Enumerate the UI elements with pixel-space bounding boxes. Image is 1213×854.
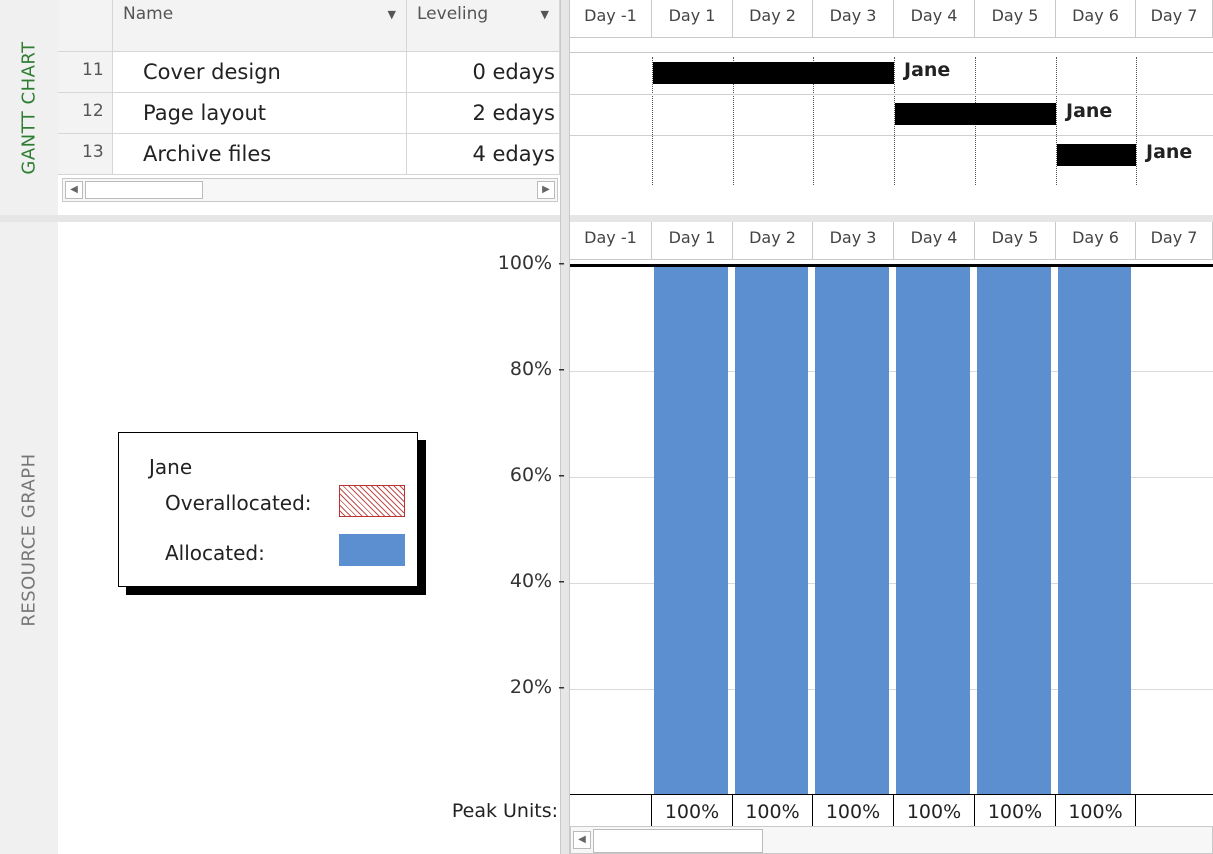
gantt-bar-resource-label: Jane: [904, 59, 951, 81]
allocated-bar: [977, 265, 1051, 795]
gantt-bar-resource-label: Jane: [1066, 100, 1113, 122]
allocated-bar: [654, 265, 728, 795]
peak-units-value: 100%: [733, 795, 813, 827]
y-tick-label: 80% -: [509, 358, 565, 380]
peak-units-value: 100%: [1056, 795, 1136, 827]
peak-units-value: 100%: [652, 795, 733, 827]
task-name[interactable]: Page layout: [113, 93, 407, 134]
resource-day-header: Day 5: [975, 222, 1056, 260]
peak-units-value: [1136, 795, 1213, 827]
resource-day-header: Day -1: [570, 222, 652, 260]
table-row[interactable]: 11 Cover design 0 edays: [58, 52, 560, 93]
allocated-bar: [1058, 265, 1131, 795]
gantt-side-strip: GANTT CHART: [0, 0, 58, 215]
resource-graph-label: RESOURCE GRAPH: [18, 453, 40, 627]
graph-horizontal-scrollbar[interactable]: ◀: [570, 826, 1213, 854]
peak-units-row: 100% 100% 100% 100% 100% 100%: [570, 794, 1213, 827]
resource-day-header: Day 1: [652, 222, 733, 260]
max-units-line: [570, 264, 1213, 267]
y-tick-label: 20% -: [509, 676, 565, 698]
table-horizontal-scrollbar[interactable]: ◀ ▶: [62, 178, 558, 202]
gantt-day-header: Day 6: [1056, 0, 1136, 38]
gantt-day-header: Day 7: [1136, 0, 1213, 38]
row-id: 12: [58, 93, 113, 134]
id-column-header[interactable]: [58, 0, 113, 52]
resource-side-strip: RESOURCE GRAPH: [0, 222, 58, 854]
y-tick-label: 40% -: [509, 570, 565, 592]
gantt-day-header: Day 5: [975, 0, 1056, 38]
peak-units-value: 100%: [894, 795, 975, 827]
scroll-left-icon[interactable]: ◀: [65, 181, 83, 199]
allocated-bar: [896, 265, 970, 795]
leveling-delay[interactable]: 0 edays: [407, 52, 560, 93]
gantt-task-bar[interactable]: [895, 103, 1056, 125]
view-divider[interactable]: [0, 215, 1213, 222]
leveling-delay[interactable]: 4 edays: [407, 134, 560, 175]
gantt-chart-area[interactable]: Jane Jane Jane: [570, 52, 1213, 215]
resource-day-header: Day 2: [733, 222, 813, 260]
table-row[interactable]: 13 Archive files 4 edays: [58, 134, 560, 175]
peak-units-label: Peak Units:: [451, 800, 558, 822]
gantt-day-header: Day 4: [894, 0, 975, 38]
scroll-right-icon[interactable]: ▶: [537, 181, 555, 199]
gantt-day-header: Day -1: [570, 0, 652, 38]
split-bar[interactable]: [560, 0, 570, 854]
resource-day-header: Day 3: [813, 222, 894, 260]
peak-units-value: [570, 795, 652, 827]
gantt-row-separator: [570, 135, 1213, 136]
peak-units-value: 100%: [813, 795, 894, 827]
gantt-day-header: Day 1: [652, 0, 733, 38]
gantt-chart-label: GANTT CHART: [18, 41, 40, 175]
legend-resource-name: Jane: [149, 455, 193, 479]
resource-timescale: Day -1 Day 1 Day 2 Day 3 Day 4 Day 5 Day 6 Day …: [570, 222, 1213, 260]
name-column-header[interactable]: Name ▼: [113, 0, 407, 52]
task-table: Name ▼ Leveling ▼ 11 Cover design 0 eday…: [58, 0, 560, 215]
allocated-swatch: [339, 534, 405, 566]
chevron-down-icon[interactable]: ▼: [388, 8, 396, 21]
allocated-bar: [815, 265, 889, 795]
gantt-day-header: Day 2: [733, 0, 813, 38]
task-name[interactable]: Archive files: [113, 134, 407, 175]
legend-overallocated-label: Overallocated:: [165, 491, 312, 515]
gantt-row-separator: [570, 94, 1213, 95]
name-column-label: Name: [123, 4, 174, 24]
y-tick-label: 60% -: [509, 464, 565, 486]
peak-units-value: 100%: [975, 795, 1056, 827]
leveling-column-header[interactable]: Leveling ▼: [407, 0, 560, 52]
gantt-timescale: Day -1 Day 1 Day 2 Day 3 Day 4 Day 5 Day 6 Day …: [570, 0, 1213, 38]
table-row[interactable]: 12 Page layout 2 edays: [58, 93, 560, 134]
chevron-down-icon[interactable]: ▼: [541, 8, 549, 21]
row-id: 11: [58, 52, 113, 93]
legend: Jane Overallocated: Allocated:: [118, 432, 418, 587]
scroll-left-icon[interactable]: ◀: [573, 831, 591, 849]
leveling-delay[interactable]: 2 edays: [407, 93, 560, 134]
resource-day-header: Day 7: [1136, 222, 1213, 260]
gantt-bar-resource-label: Jane: [1146, 141, 1193, 163]
y-tick-label: 100% -: [497, 252, 565, 274]
allocated-bar: [735, 265, 808, 795]
scrollbar-thumb[interactable]: [85, 181, 203, 199]
leveling-column-label: Leveling: [417, 4, 489, 24]
scrollbar-thumb[interactable]: [593, 829, 763, 853]
gantt-day-gridline: [1136, 57, 1137, 185]
legend-allocated-label: Allocated:: [165, 541, 265, 565]
gantt-task-bar[interactable]: [653, 62, 894, 84]
gantt-task-bar[interactable]: [1057, 144, 1136, 166]
resource-day-header: Day 6: [1056, 222, 1136, 260]
resource-day-header: Day 4: [894, 222, 975, 260]
task-name[interactable]: Cover design: [113, 52, 407, 93]
row-id: 13: [58, 134, 113, 175]
gantt-day-header: Day 3: [813, 0, 894, 38]
overallocated-swatch: [339, 485, 405, 517]
